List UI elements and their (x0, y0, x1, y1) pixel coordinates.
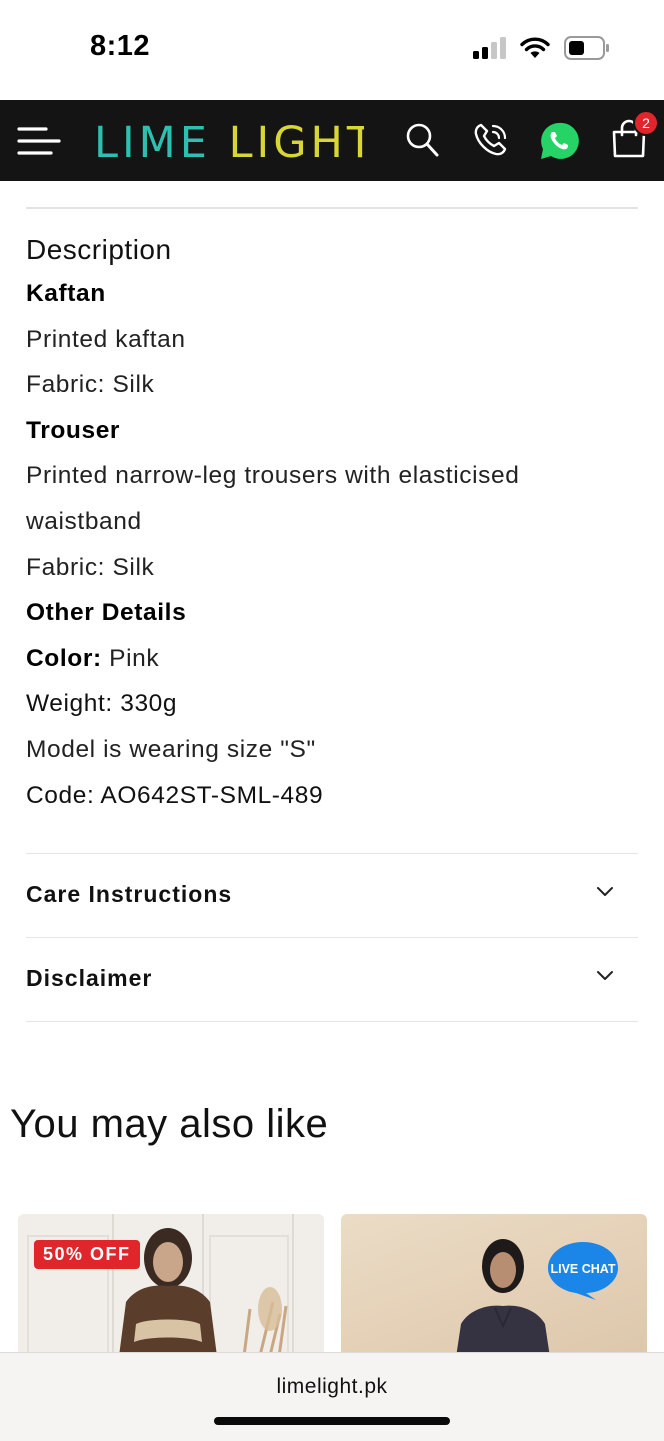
trouser-title: Trouser (26, 416, 121, 444)
color-value: Pink (101, 644, 160, 672)
product-card[interactable]: 50% OFF (18, 1214, 324, 1364)
live-chat-label: LIVE CHAT (550, 1262, 615, 1276)
search-icon[interactable] (404, 121, 440, 159)
sale-badge: 50% OFF (34, 1240, 140, 1269)
care-instructions-accordion[interactable]: Care Instructions (26, 853, 638, 938)
browser-address-bar[interactable]: limelight.pk (0, 1352, 664, 1441)
url-text: limelight.pk (276, 1375, 388, 1398)
wifi-icon (520, 37, 550, 58)
product-image (18, 1214, 324, 1364)
care-instructions-title: Care Instructions (26, 881, 233, 907)
status-icons (472, 36, 610, 60)
weight-detail: Weight: 330g (26, 690, 178, 718)
other-details-title: Other Details (26, 599, 187, 627)
disclaimer-accordion[interactable]: Disclaimer (26, 937, 638, 1022)
whatsapp-icon[interactable] (538, 120, 580, 162)
home-indicator[interactable] (214, 1417, 450, 1425)
trouser-description-line2: waistband (26, 507, 142, 535)
svg-text:LIME LIGHT: LIME LIGHT (94, 118, 364, 166)
you-may-also-like-heading: You may also like (10, 1102, 329, 1146)
status-time: 8:12 (90, 30, 151, 62)
phone-icon[interactable] (472, 121, 510, 159)
product-description: Description Kaftan Printed kaftan Fabric… (26, 207, 638, 818)
kaftan-description: Printed kaftan (26, 325, 186, 353)
kaftan-title: Kaftan (26, 280, 106, 307)
status-bar: 8:12 (0, 0, 664, 100)
disclaimer-title: Disclaimer (26, 965, 153, 991)
signal-icon (473, 37, 506, 59)
battery-icon (564, 36, 609, 60)
live-chat-button[interactable]: LIVE CHAT (546, 1240, 620, 1300)
product-code: Code: AO642ST-SML-489 (26, 781, 324, 809)
cart-count-badge: 2 (633, 110, 659, 136)
limelight-logo[interactable]: LIME LIGHT (94, 116, 364, 166)
trouser-description-line1: Printed narrow-leg trousers with elastic… (26, 462, 520, 490)
color-label: Color: (26, 644, 102, 672)
color-detail: Color: Pink (26, 636, 638, 682)
trouser-fabric: Fabric: Silk (26, 553, 155, 581)
chevron-down-icon (597, 887, 613, 896)
hamburger-menu-icon[interactable] (16, 125, 62, 157)
kaftan-fabric: Fabric: Silk (26, 371, 155, 399)
chevron-down-icon (597, 971, 613, 980)
section-divider (26, 207, 638, 209)
description-heading: Description (26, 234, 172, 265)
model-size-detail: Model is wearing size "S" (26, 735, 316, 763)
accordion-bottom-divider (26, 1021, 638, 1022)
